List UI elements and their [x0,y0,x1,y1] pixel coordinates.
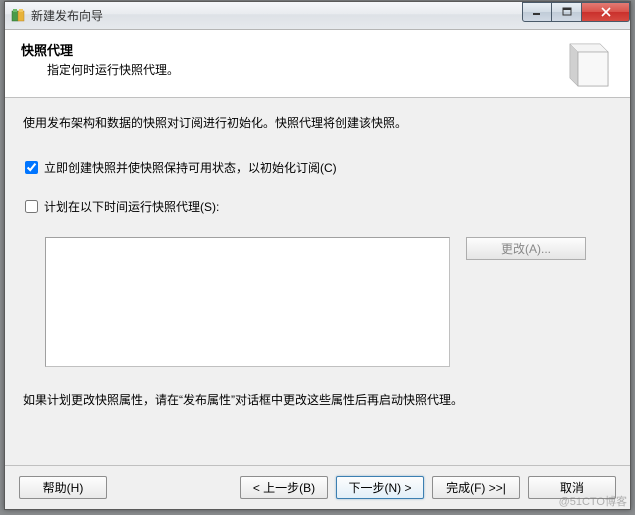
schedule-snapshot-checkbox[interactable] [25,200,38,213]
button-bar: 帮助(H) < 上一步(B) 下一步(N) > 完成(F) >>| 取消 [5,465,630,509]
window-controls [522,2,630,22]
description-text: 使用发布架构和数据的快照对订阅进行初始化。快照代理将创建该快照。 [23,114,612,131]
wizard-header: 快照代理 指定何时运行快照代理。 [5,30,630,98]
title-bar[interactable]: 新建发布向导 [5,2,630,30]
schedule-snapshot-label[interactable]: 计划在以下时间运行快照代理(S): [44,198,219,215]
back-button[interactable]: < 上一步(B) [240,476,328,499]
note-text: 如果计划更改快照属性，请在“发布属性”对话框中更改这些属性后再启动快照代理。 [23,391,612,408]
page-title: 快照代理 [21,40,614,59]
schedule-area: 更改(A)... [45,237,612,367]
schedule-textbox [45,237,450,367]
finish-button[interactable]: 完成(F) >>| [432,476,520,499]
page-subtitle: 指定何时运行快照代理。 [47,61,614,78]
wizard-content: 使用发布架构和数据的快照对订阅进行初始化。快照代理将创建该快照。 立即创建快照并… [5,98,630,465]
app-icon [11,8,27,24]
change-button: 更改(A)... [466,237,586,260]
next-button[interactable]: 下一步(N) > [336,476,424,499]
cancel-button[interactable]: 取消 [528,476,616,499]
create-snapshot-checkbox[interactable] [25,161,38,174]
wizard-window: 新建发布向导 快照代理 指定何时运行快照代理。 使用发布架构和数据的快 [4,1,631,510]
header-graphic-icon [564,38,614,90]
window-title: 新建发布向导 [31,7,103,24]
create-snapshot-label[interactable]: 立即创建快照并使快照保持可用状态，以初始化订阅(C) [44,159,337,176]
maximize-button[interactable] [552,2,582,22]
minimize-button[interactable] [522,2,552,22]
schedule-snapshot-row: 计划在以下时间运行快照代理(S): [25,198,612,215]
close-button[interactable] [582,2,630,22]
help-button[interactable]: 帮助(H) [19,476,107,499]
create-snapshot-row: 立即创建快照并使快照保持可用状态，以初始化订阅(C) [25,159,612,176]
